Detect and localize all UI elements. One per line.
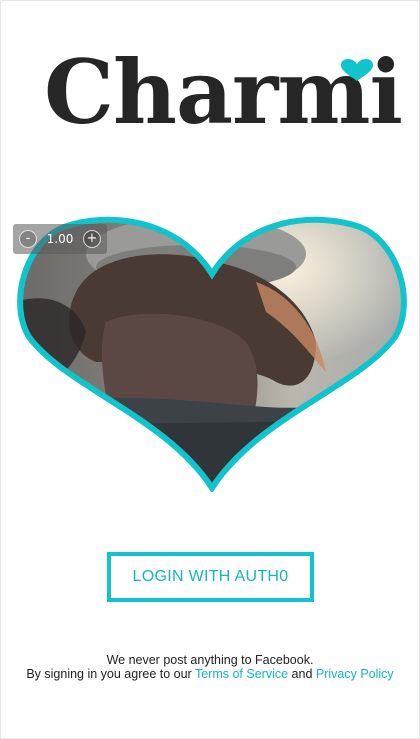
privacy-policy-link[interactable]: Privacy Policy [316,667,394,681]
photo-heart[interactable] [16,212,408,492]
footer-agreement: By signing in you agree to our Terms of … [0,667,420,681]
terms-of-service-link[interactable]: Terms of Service [195,667,288,681]
footer-and: and [288,667,316,681]
zoom-out-button[interactable]: - [19,230,37,248]
logo-heart-icon [341,59,373,81]
footer-facebook-note: We never post anything to Facebook. [106,653,314,667]
zoom-in-button[interactable]: + [83,230,101,248]
footer-agreement-prefix: By signing in you agree to our [26,667,195,681]
photo-heart-frame[interactable] [16,212,408,492]
charmi-logo: Charmi [40,48,403,152]
zoom-control: - 1.00 + [13,224,107,254]
footer-notice: We never post anything to Facebook. By s… [0,653,420,681]
login-with-auth0-button[interactable]: LOGIN WITH AUTH0 [107,552,314,602]
zoom-level: 1.00 [46,232,74,246]
